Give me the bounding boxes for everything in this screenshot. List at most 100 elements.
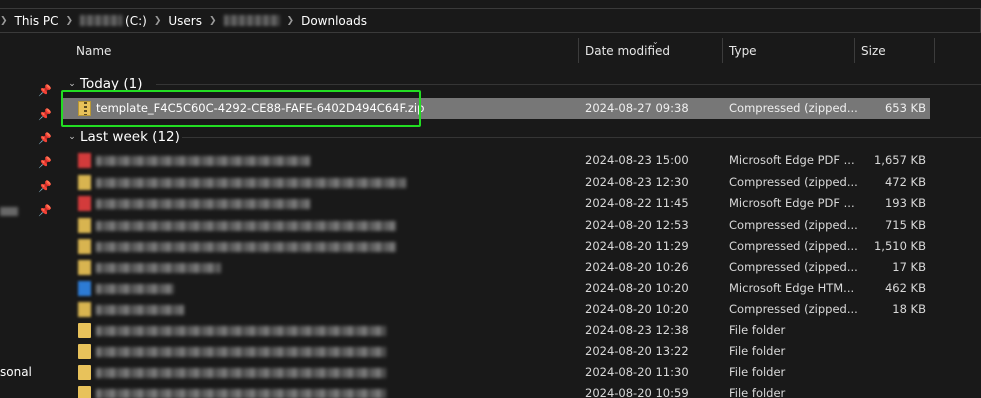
pin-icon[interactable]: 📌 [38, 108, 52, 121]
file-type: File folder [729, 344, 786, 358]
file-type: Microsoft Edge PDF ... [729, 153, 855, 167]
breadcrumb-this-pc[interactable]: This PC [15, 14, 59, 28]
file-row[interactable]: 2024-08-20 12:53 Compressed (zipped... 7… [62, 215, 930, 236]
file-size: 193 KB [884, 196, 926, 210]
file-name-redacted [96, 263, 221, 273]
file-date: 2024-08-23 12:38 [585, 323, 689, 337]
file-row[interactable]: 2024-08-20 10:26 Compressed (zipped... 1… [62, 257, 930, 278]
breadcrumb-drive[interactable]: (C:) [125, 14, 147, 28]
folder-name-redacted [96, 326, 386, 336]
nav-item-redacted[interactable] [0, 207, 18, 216]
breadcrumb-drive-name-redacted [80, 15, 123, 26]
group-label: Last week (12) [80, 129, 180, 145]
zip-folder-icon [78, 218, 91, 233]
breadcrumb-downloads[interactable]: Downloads [301, 14, 367, 28]
pin-icon[interactable]: 📌 [38, 84, 52, 97]
file-type: File folder [729, 365, 786, 379]
file-name: template_F4C5C60C-4292-CE88-FAFE-6402D49… [96, 101, 425, 115]
file-size: 1,657 KB [873, 153, 926, 167]
file-type: Compressed (zipped... [729, 239, 858, 253]
group-label: Today (1) [80, 76, 143, 92]
chevron-down-icon[interactable]: ⌄ [64, 132, 80, 142]
group-header-today[interactable]: ⌄ Today (1) [62, 75, 142, 93]
group-header-last-week[interactable]: ⌄ Last week (12) [62, 128, 180, 146]
group-divider [156, 84, 981, 85]
file-date: 2024-08-20 10:59 [585, 386, 689, 398]
file-size: 653 KB [884, 101, 926, 115]
file-row[interactable]: 2024-08-20 10:20 Microsoft Edge HTM... 4… [62, 278, 930, 299]
zip-folder-icon [78, 101, 91, 116]
pin-icon[interactable]: 📌 [38, 132, 52, 145]
folder-name-redacted [96, 347, 386, 357]
file-date: 2024-08-22 11:45 [585, 196, 689, 210]
breadcrumb-users[interactable]: Users [168, 14, 202, 28]
nav-item-personal[interactable]: sonal [0, 365, 32, 379]
file-type: File folder [729, 386, 786, 398]
file-type: Compressed (zipped... [729, 302, 858, 316]
column-header-size[interactable]: Size [855, 34, 935, 66]
chevron-right-icon[interactable]: ❯ [209, 16, 217, 26]
edge-html-file-icon [78, 281, 91, 296]
folder-row[interactable]: 2024-08-20 10:59 File folder [62, 383, 930, 398]
file-date: 2024-08-23 15:00 [585, 153, 689, 167]
file-type: Compressed (zipped... [729, 260, 858, 274]
chevron-right-icon[interactable]: ❯ [287, 16, 295, 26]
zip-folder-icon [78, 302, 91, 317]
file-name-redacted [96, 284, 174, 294]
pin-icon[interactable]: 📌 [38, 156, 52, 169]
column-header-row: Name ⌄ Date modified Type Size [62, 34, 981, 66]
file-date: 2024-08-20 12:53 [585, 218, 689, 232]
address-bar[interactable]: ❯ This PC ❯ (C:) ❯ Users ❯ ❯ Downloads [0, 8, 981, 33]
file-name-redacted [96, 156, 310, 166]
file-name-redacted [96, 199, 310, 209]
file-type: File folder [729, 323, 786, 337]
zip-folder-icon [78, 260, 91, 275]
file-type: Compressed (zipped... [729, 101, 858, 115]
column-divider[interactable] [934, 38, 935, 63]
file-date: 2024-08-20 10:20 [585, 302, 689, 316]
folder-name-redacted [96, 389, 386, 398]
folder-name-redacted [96, 368, 386, 378]
folder-row[interactable]: 2024-08-20 13:22 File folder [62, 341, 930, 362]
file-name-redacted [96, 221, 396, 231]
file-row-selected[interactable]: template_F4C5C60C-4292-CE88-FAFE-6402D49… [62, 98, 930, 119]
file-size: 1,510 KB [873, 239, 926, 253]
column-header-name[interactable]: Name [70, 34, 580, 66]
file-date: 2024-08-20 11:29 [585, 239, 689, 253]
folder-icon [78, 323, 91, 338]
file-list: Name ⌄ Date modified Type Size ⌄ Today (… [62, 34, 981, 398]
file-size: 17 KB [892, 260, 926, 274]
file-type: Compressed (zipped... [729, 175, 858, 189]
file-size: 472 KB [884, 175, 926, 189]
file-row[interactable]: 2024-08-23 12:30 Compressed (zipped... 4… [62, 172, 930, 193]
chevron-right-icon[interactable]: ❯ [154, 16, 162, 26]
column-header-date[interactable]: Date modified [579, 34, 722, 66]
file-date: 2024-08-27 09:38 [585, 101, 689, 115]
chevron-down-icon[interactable]: ⌄ [64, 79, 80, 89]
folder-row[interactable]: 2024-08-20 11:30 File folder [62, 362, 930, 383]
file-type: Microsoft Edge PDF ... [729, 196, 855, 210]
breadcrumb-username-redacted[interactable] [223, 15, 280, 26]
pin-icon[interactable]: 📌 [38, 204, 52, 217]
folder-icon [78, 344, 91, 359]
chevron-right-icon: ❯ [0, 15, 8, 26]
folder-icon [78, 365, 91, 380]
file-date: 2024-08-20 11:30 [585, 365, 689, 379]
folder-row[interactable]: 2024-08-23 12:38 File folder [62, 320, 930, 341]
column-header-type[interactable]: Type [723, 34, 855, 66]
file-size: 18 KB [892, 302, 926, 316]
file-date: 2024-08-23 12:30 [585, 175, 689, 189]
chevron-right-icon[interactable]: ❯ [66, 16, 74, 26]
file-date: 2024-08-20 10:20 [585, 281, 689, 295]
file-name-redacted [96, 305, 184, 315]
pdf-file-icon [78, 196, 91, 211]
pin-icon[interactable]: 📌 [38, 180, 52, 193]
file-type: Compressed (zipped... [729, 218, 858, 232]
file-name-redacted [96, 242, 396, 252]
file-row[interactable]: 2024-08-20 10:20 Compressed (zipped... 1… [62, 299, 930, 320]
file-name-redacted [96, 178, 406, 188]
file-row[interactable]: 2024-08-22 11:45 Microsoft Edge PDF ... … [62, 193, 930, 214]
file-row[interactable]: 2024-08-23 15:00 Microsoft Edge PDF ... … [62, 150, 930, 171]
file-date: 2024-08-20 10:26 [585, 260, 689, 274]
file-row[interactable]: 2024-08-20 11:29 Compressed (zipped... 1… [62, 236, 930, 257]
